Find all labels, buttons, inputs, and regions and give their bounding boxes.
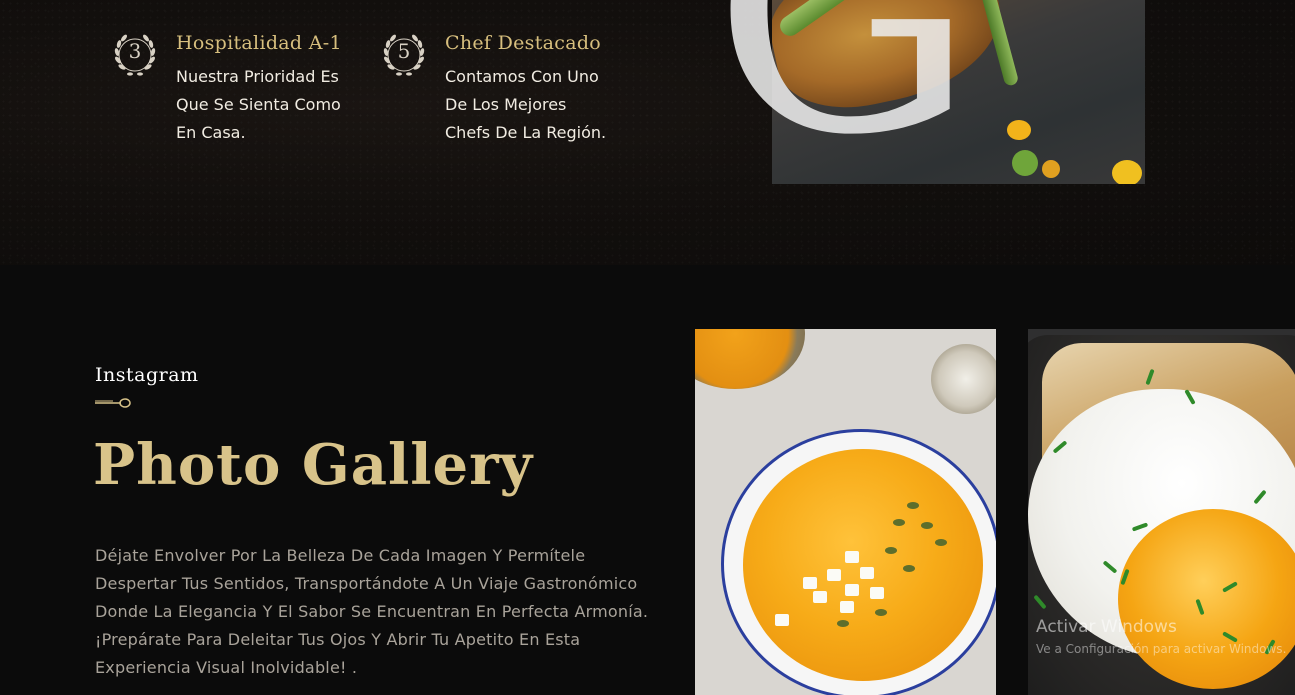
feature-text-line: Que Se Sienta Como: [176, 95, 341, 114]
feature-text-line: Nuestra Prioridad Es: [176, 67, 339, 86]
feature-number: 5: [397, 39, 411, 63]
feature-number: 3: [128, 39, 142, 63]
feature-text-line: Contamos Con Uno: [445, 67, 599, 86]
feature-title: Chef Destacado: [445, 32, 602, 54]
feature-title: Hospitalidad A-1: [176, 32, 342, 54]
page-title: Photo Gallery: [93, 432, 534, 498]
feature-text: Nuestra Prioridad Es Que Se Sienta Como …: [176, 63, 356, 147]
windows-activation-subtitle: Ve a Configuración para activar Windows.: [1036, 642, 1287, 656]
feature-text-line: En Casa.: [176, 123, 246, 142]
windows-activation-title: Activar Windows: [1036, 617, 1177, 637]
feature-text-line: Chefs De La Región.: [445, 123, 607, 142]
features-section: 3 Hospitalidad A-1 Nuestra Prioridad Es …: [0, 0, 1295, 265]
section-label: Instagram: [95, 364, 199, 386]
gallery-photo-soup[interactable]: [695, 329, 996, 695]
featured-dish-image: [772, 0, 1145, 184]
spoon-divider-icon: [95, 398, 131, 408]
feature-text: Contamos Con Uno De Los Mejores Chefs De…: [445, 63, 625, 147]
feature-text-line: De Los Mejores: [445, 95, 567, 114]
gallery-photo-egg[interactable]: [1028, 329, 1295, 695]
gallery-description: Déjate Envolver Por La Belleza De Cada I…: [95, 546, 649, 677]
